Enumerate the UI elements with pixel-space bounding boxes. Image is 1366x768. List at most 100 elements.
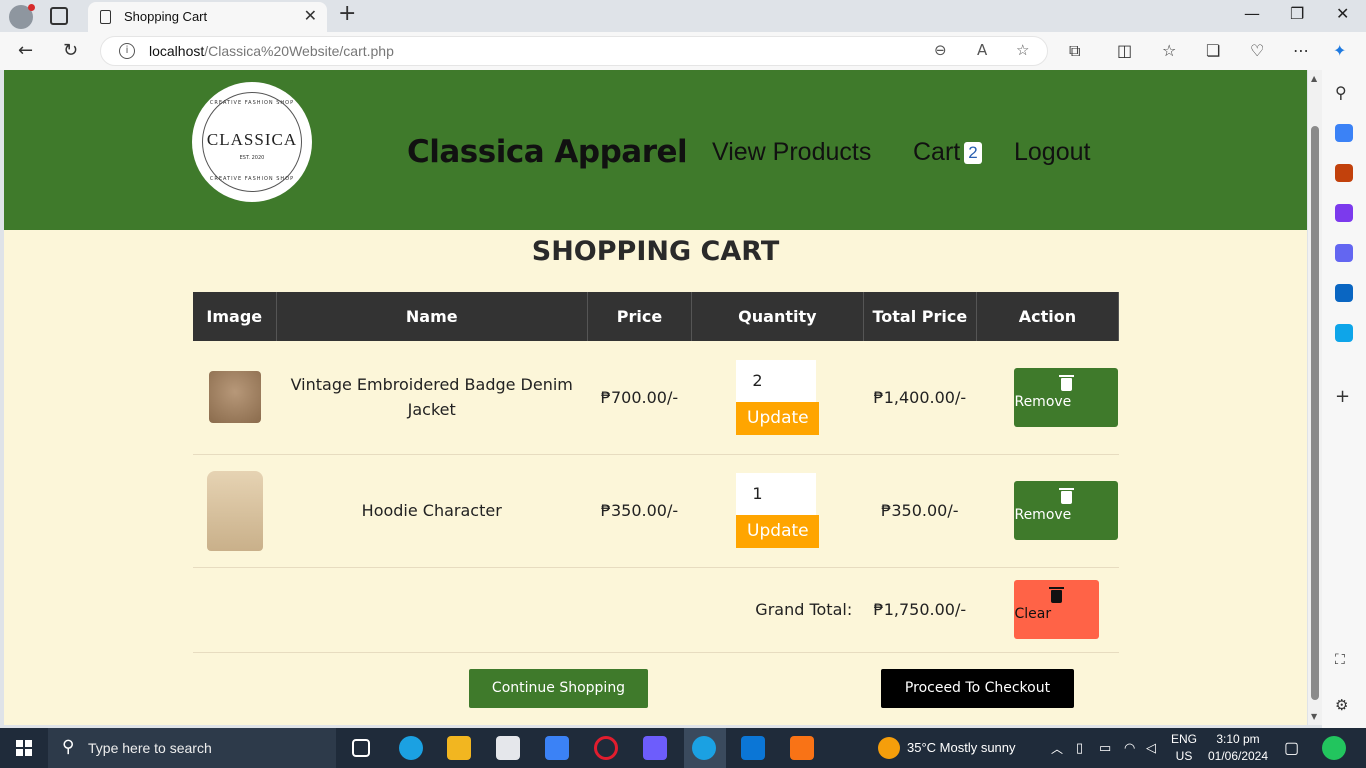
- file-explorer-icon[interactable]: [447, 736, 471, 760]
- tray-device-icon[interactable]: ▯: [1076, 740, 1083, 756]
- scroll-thumb[interactable]: [1311, 126, 1319, 700]
- weather-text[interactable]: 35°C Mostly sunny: [907, 740, 1016, 755]
- quantity-input[interactable]: 1: [736, 473, 817, 515]
- split-screen-icon[interactable]: ◫: [1117, 41, 1132, 60]
- zoom-out-icon[interactable]: ⊖: [934, 41, 947, 59]
- sidebar-tools-icon[interactable]: [1335, 164, 1353, 182]
- extensions-icon[interactable]: ⧉: [1069, 41, 1080, 61]
- nav-logout[interactable]: Logout: [1014, 138, 1090, 167]
- header-image: Image: [193, 292, 277, 341]
- tab-actions-icon[interactable]: [50, 7, 68, 25]
- tray-chevron-icon[interactable]: ︿: [1051, 740, 1063, 757]
- scroll-up-icon[interactable]: ▲: [1311, 74, 1317, 83]
- clear-cell: Clear: [976, 567, 1119, 653]
- windows-start-icon[interactable]: [16, 740, 32, 756]
- sidebar-shopping-icon[interactable]: [1335, 124, 1353, 142]
- taskbar: ⚲ Type here to search 35°C Mostly sunny …: [0, 728, 1366, 768]
- product-price: ₱350.00/-: [587, 454, 692, 568]
- address-bar: ← ↻ i localhost/Classica%20Website/cart.…: [0, 32, 1366, 70]
- favorites-icon[interactable]: ☆: [1162, 41, 1176, 60]
- minimize-icon[interactable]: —: [1244, 4, 1260, 23]
- mail-icon[interactable]: [545, 736, 569, 760]
- table-row: Vintage Embroidered Badge Denim Jacket ₱…: [193, 341, 1119, 455]
- update-button[interactable]: Update: [736, 515, 820, 548]
- weather-icon[interactable]: [878, 737, 900, 759]
- wifi-icon[interactable]: ◠: [1124, 740, 1135, 756]
- nav-view-products[interactable]: View Products: [712, 138, 871, 167]
- clock-date: 01/06/2024: [1207, 749, 1269, 763]
- classica-logo[interactable]: CREATIVE FASHION SHOP CLASSICA EST. 2020…: [192, 82, 312, 202]
- taskbar-search-placeholder: Type here to search: [88, 740, 212, 756]
- taskbar-clock[interactable]: 3:10 pm 01/06/2024: [1203, 731, 1273, 765]
- remove-button[interactable]: Remove: [1014, 481, 1119, 540]
- opera-icon[interactable]: [594, 736, 618, 760]
- copilot-icon[interactable]: ✦: [1333, 41, 1346, 60]
- trash-icon: [1058, 488, 1074, 504]
- quantity-input[interactable]: 2: [736, 359, 817, 402]
- notifications-icon[interactable]: ▢: [1284, 738, 1299, 758]
- grand-total-value: ₱1,750.00/-: [863, 567, 977, 653]
- clock-time: 3:10 pm: [1216, 732, 1260, 746]
- sidebar-search-icon[interactable]: ⚲: [1335, 83, 1353, 102]
- header-total-price: Total Price: [863, 292, 977, 341]
- close-window-icon[interactable]: ✕: [1336, 4, 1349, 23]
- volume-icon[interactable]: ◁: [1146, 740, 1156, 756]
- sidebar-add-icon[interactable]: +: [1335, 386, 1353, 407]
- more-menu-icon[interactable]: ⋯: [1293, 41, 1309, 60]
- edge-active-icon[interactable]: [692, 736, 716, 760]
- logo-arc-bottom: CREATIVE FASHION SHOP: [209, 176, 295, 182]
- proceed-checkout-button[interactable]: Proceed To Checkout: [881, 669, 1074, 708]
- sidebar-settings-icon[interactable]: ⚙: [1335, 696, 1353, 714]
- trash-icon: [1049, 587, 1065, 603]
- vscode-icon[interactable]: [741, 736, 765, 760]
- sidebar-m365-icon[interactable]: [1335, 244, 1353, 262]
- language-code: ENG: [1170, 732, 1197, 746]
- continue-shopping-button[interactable]: Continue Shopping: [469, 669, 648, 708]
- site-info-icon[interactable]: i: [119, 43, 135, 59]
- performance-icon[interactable]: ♡: [1250, 41, 1264, 60]
- restore-icon[interactable]: ❐: [1290, 4, 1304, 23]
- page-viewport: CREATIVE FASHION SHOP CLASSICA EST. 2020…: [4, 70, 1307, 725]
- sidebar-outlook-icon[interactable]: [1335, 284, 1353, 302]
- refresh-icon[interactable]: ↻: [63, 40, 78, 61]
- back-icon[interactable]: ←: [18, 40, 33, 61]
- battery-icon[interactable]: ▭: [1099, 740, 1111, 756]
- grand-total-row: Grand Total: ₱1,750.00/- Clear: [193, 567, 1119, 653]
- sidebar-send-icon[interactable]: [1335, 324, 1353, 342]
- close-tab-icon[interactable]: ✕: [304, 6, 317, 25]
- product-image-cell: [193, 341, 277, 455]
- site-header: CREATIVE FASHION SHOP CLASSICA EST. 2020…: [4, 70, 1307, 230]
- nav-cart[interactable]: Cart 2: [913, 138, 982, 167]
- store-icon[interactable]: [496, 736, 520, 760]
- edge-icon[interactable]: [399, 736, 423, 760]
- clear-button[interactable]: Clear: [1014, 580, 1100, 639]
- copilot-app-icon[interactable]: [643, 736, 667, 760]
- url-field[interactable]: i localhost/Classica%20Website/cart.php …: [100, 36, 1048, 66]
- collections-icon[interactable]: ❏: [1206, 41, 1220, 60]
- copilot-tray-icon[interactable]: [1322, 736, 1346, 760]
- search-icon: ⚲: [62, 737, 75, 757]
- xampp-icon[interactable]: [790, 736, 814, 760]
- quantity-cell: 1 Update: [691, 454, 864, 568]
- quantity-form: 1 Update: [736, 473, 820, 548]
- new-tab-icon[interactable]: +: [338, 1, 356, 26]
- taskbar-search[interactable]: ⚲ Type here to search: [48, 728, 336, 768]
- header-price: Price: [587, 292, 692, 341]
- page-scrollbar[interactable]: ▲ ▼: [1308, 70, 1322, 725]
- scroll-down-icon[interactable]: ▼: [1311, 712, 1317, 721]
- table-row: Hoodie Character ₱350.00/- 1 Update ₱350…: [193, 454, 1119, 568]
- quantity-form: 2 Update: [736, 359, 820, 435]
- favorite-star-icon[interactable]: ☆: [1016, 41, 1029, 59]
- sidebar-screenshot-icon[interactable]: ⛶: [1335, 652, 1353, 670]
- language-indicator[interactable]: ENG US: [1164, 731, 1204, 765]
- sidebar-games-icon[interactable]: [1335, 204, 1353, 222]
- tab-shopping-cart[interactable]: Shopping Cart ✕: [88, 2, 327, 32]
- read-aloud-icon[interactable]: A: [977, 41, 987, 59]
- profile-avatar[interactable]: [9, 4, 35, 29]
- remove-button[interactable]: Remove: [1014, 367, 1119, 427]
- update-button[interactable]: Update: [736, 401, 820, 435]
- header-name: Name: [276, 292, 588, 341]
- logo-arc-top: CREATIVE FASHION SHOP: [209, 100, 295, 106]
- task-view-icon[interactable]: [352, 739, 370, 757]
- url-text[interactable]: localhost/Classica%20Website/cart.php: [149, 43, 394, 59]
